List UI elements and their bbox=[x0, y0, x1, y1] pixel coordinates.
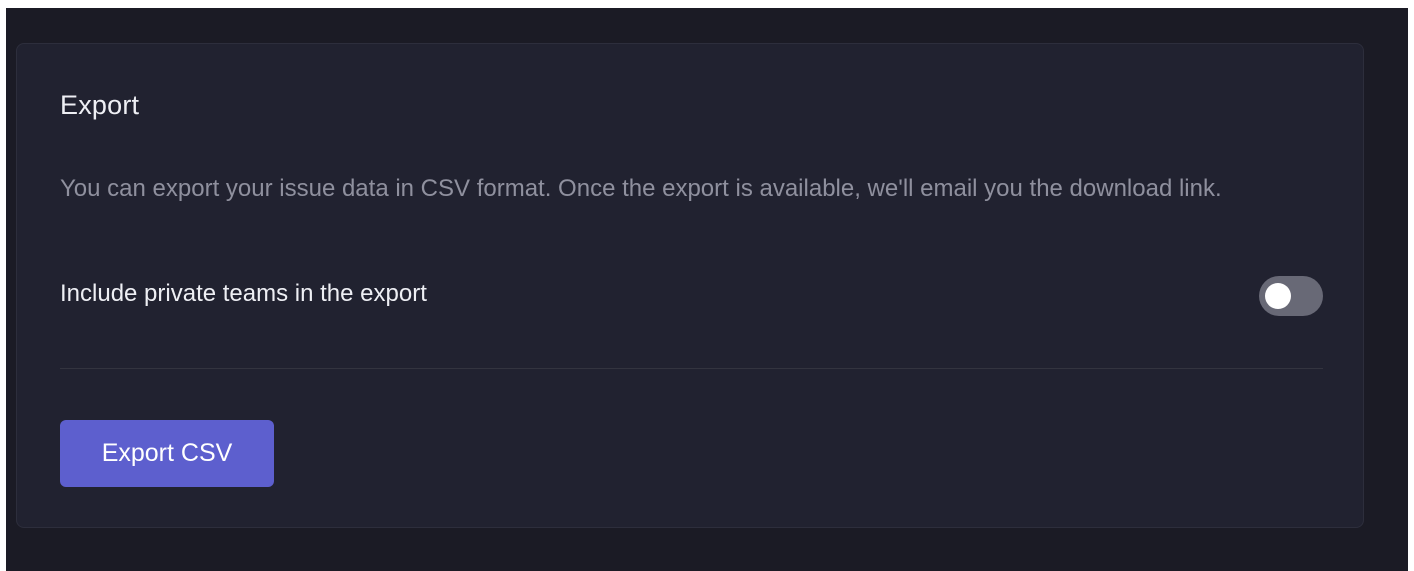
export-csv-button[interactable]: Export CSV bbox=[60, 420, 274, 487]
app-background: Export You can export your issue data in… bbox=[6, 8, 1408, 571]
include-private-teams-row: Include private teams in the export bbox=[60, 276, 1323, 318]
include-private-teams-label: Include private teams in the export bbox=[60, 280, 427, 307]
panel-description: You can export your issue data in CSV fo… bbox=[60, 175, 1222, 202]
toggle-knob bbox=[1265, 283, 1291, 309]
panel-title: Export bbox=[60, 90, 140, 120]
export-settings-panel: Export You can export your issue data in… bbox=[16, 43, 1364, 528]
divider bbox=[60, 368, 1323, 369]
include-private-teams-toggle[interactable] bbox=[1259, 276, 1323, 316]
